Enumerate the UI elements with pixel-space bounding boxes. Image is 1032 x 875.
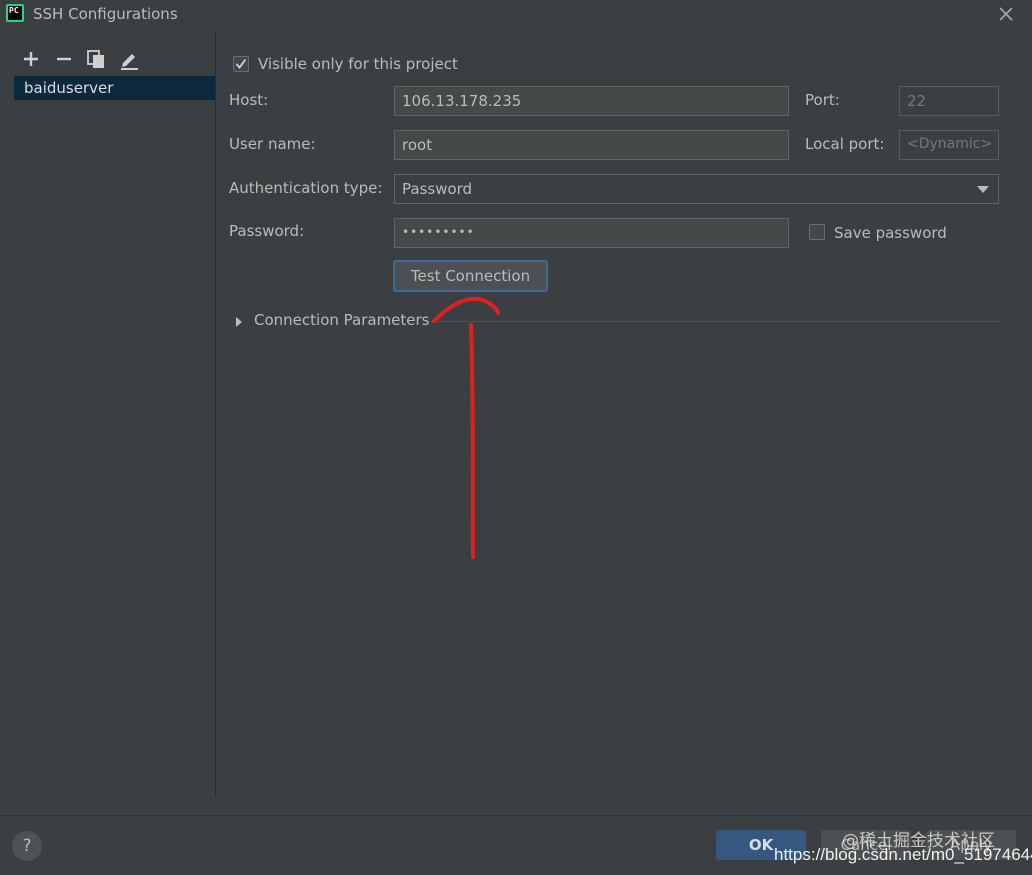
expand-arrow-icon[interactable] <box>234 314 244 332</box>
chevron-down-icon <box>977 186 989 193</box>
host-field[interactable]: 106.13.178.235 <box>394 86 789 116</box>
remove-icon[interactable] <box>53 48 75 70</box>
visible-only-checkbox[interactable] <box>233 56 249 72</box>
test-connection-button[interactable]: Test Connection <box>393 260 548 292</box>
pycharm-app-icon: PC <box>6 4 24 22</box>
username-label: User name: <box>229 135 316 153</box>
close-icon[interactable] <box>994 2 1018 26</box>
username-value: root <box>402 136 433 154</box>
add-icon[interactable] <box>20 48 42 70</box>
save-password-checkbox[interactable] <box>809 224 825 240</box>
copy-icon[interactable] <box>85 48 107 70</box>
local-port-field[interactable]: <Dynamic> <box>899 130 999 160</box>
sidebar-item-label: baiduserver <box>24 79 114 97</box>
port-value: 22 <box>907 92 927 110</box>
auth-type-select[interactable]: Password <box>394 174 999 204</box>
local-port-label: Local port: <box>805 135 885 153</box>
auth-type-value: Password <box>402 180 473 198</box>
local-port-placeholder: <Dynamic> <box>907 136 993 152</box>
host-label: Host: <box>229 91 269 109</box>
footer-divider <box>0 815 1032 816</box>
port-field[interactable]: 22 <box>899 86 999 116</box>
window-title: SSH Configurations <box>33 5 178 23</box>
help-button[interactable]: ? <box>12 831 42 861</box>
save-password-label: Save password <box>834 224 947 242</box>
title-bar: PC SSH Configurations <box>0 0 1032 30</box>
section-divider <box>430 321 1000 322</box>
connection-parameters-toggle[interactable]: Connection Parameters <box>254 311 430 329</box>
username-field[interactable]: root <box>394 130 789 160</box>
sidebar <box>0 30 216 796</box>
edit-icon[interactable] <box>118 48 140 70</box>
password-label: Password: <box>229 222 305 240</box>
port-label: Port: <box>805 91 840 109</box>
watermark-url: https://blog.csdn.net/m0_51974644 <box>774 845 1032 864</box>
sidebar-item-baiduserver[interactable]: baiduserver <box>14 76 215 100</box>
auth-type-label: Authentication type: <box>229 179 383 197</box>
annotation-arrow-icon <box>432 296 500 559</box>
password-field[interactable]: ••••••••• <box>394 218 789 248</box>
visible-only-label: Visible only for this project <box>258 55 458 73</box>
host-value: 106.13.178.235 <box>402 92 522 110</box>
password-value: ••••••••• <box>402 225 475 239</box>
